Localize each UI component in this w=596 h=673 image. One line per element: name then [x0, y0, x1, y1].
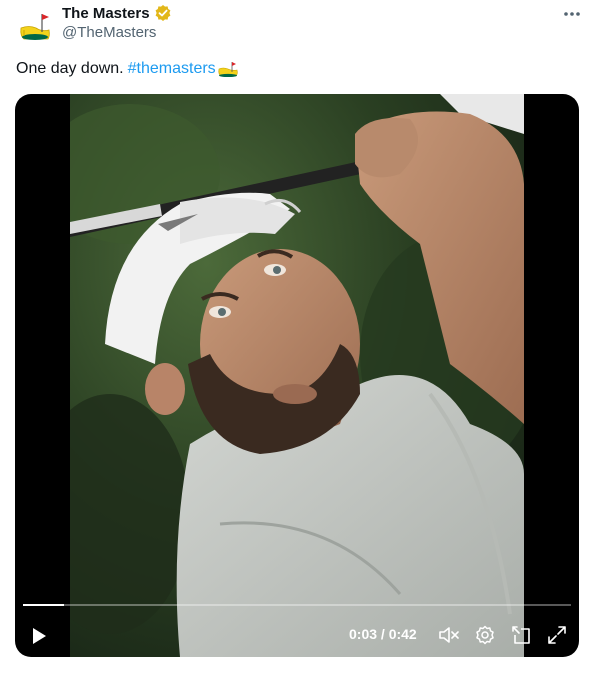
author-display-name[interactable]: The Masters	[62, 4, 172, 22]
author-name-text[interactable]: The Masters	[62, 5, 150, 22]
settings-gear-icon[interactable]	[474, 624, 496, 646]
video-controls: 0:03 / 0:42	[15, 618, 579, 654]
masters-hashflag-icon	[217, 61, 239, 78]
author-handle[interactable]: @TheMasters	[62, 24, 156, 41]
picture-in-picture-icon[interactable]	[510, 624, 532, 646]
more-options-icon[interactable]	[560, 4, 584, 24]
mute-icon[interactable]	[438, 624, 460, 646]
hashtag-link[interactable]: #themasters	[128, 60, 216, 78]
video-player[interactable]: 0:03 / 0:42	[15, 94, 579, 657]
video-progress-bar[interactable]	[23, 604, 571, 606]
tweet-body: One day down.	[16, 60, 124, 77]
tweet-text: One day down. #themasters	[16, 60, 239, 78]
video-progress-fill	[23, 604, 65, 606]
video-time-display: 0:03 / 0:42	[349, 626, 417, 642]
masters-logo-icon[interactable]	[16, 6, 56, 46]
verified-badge-icon	[154, 4, 172, 22]
play-icon[interactable]	[29, 626, 49, 646]
fullscreen-icon[interactable]	[546, 624, 568, 646]
tweet-header: The Masters @TheMasters	[0, 0, 596, 52]
video-frame[interactable]	[70, 94, 524, 657]
